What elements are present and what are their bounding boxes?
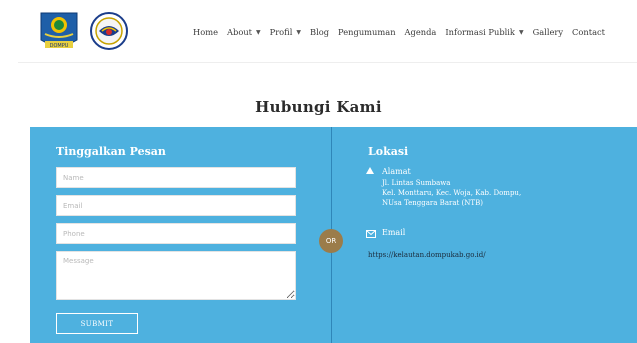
nav-label: Contact	[572, 27, 605, 37]
nav-contact[interactable]: Contact	[572, 27, 605, 37]
site-header: DOMPU Home About ▼ Profil ▼ Blog Pengumuma…	[0, 0, 637, 62]
logo-text: DOMPU	[50, 43, 69, 49]
header-divider	[18, 62, 637, 63]
nav-informasi-publik[interactable]: Informasi Publik ▼	[445, 27, 523, 37]
ministry-emblem-icon[interactable]	[88, 11, 130, 51]
nav-agenda[interactable]: Agenda	[405, 27, 437, 37]
nav-label: Profil	[269, 27, 293, 37]
nav-label: Blog	[309, 27, 330, 37]
nav-label: Informasi Publik	[445, 27, 515, 37]
dompu-regency-crest-icon[interactable]: DOMPU	[37, 10, 81, 52]
nav-profil[interactable]: Profil ▼	[270, 27, 301, 37]
nav-label: About	[227, 27, 252, 37]
page-title: Hubungi Kami	[255, 98, 382, 116]
nav-home[interactable]: Home	[193, 27, 218, 37]
address-line: Kel. Monttaru, Kec. Woja, Kab. Dompu,	[382, 189, 522, 197]
address-line: Jl. Lintas Sumbawa	[382, 179, 451, 187]
form-title: Tinggalkan Pesan	[56, 145, 166, 158]
address-line: NUsa Tenggara Barat (NTB)	[382, 199, 483, 207]
location-title: Lokasi	[368, 145, 409, 158]
phone-input[interactable]	[56, 223, 296, 244]
chevron-down-icon: ▼	[296, 28, 301, 36]
or-badge: OR	[319, 229, 343, 253]
nav-gallery[interactable]: Gallery	[533, 27, 563, 37]
nav-about[interactable]: About ▼	[227, 27, 261, 37]
nav-pengumuman[interactable]: Pengumuman	[338, 27, 396, 37]
chevron-down-icon: ▼	[256, 28, 261, 36]
nav-label: Agenda	[404, 27, 437, 37]
contact-panel: Tinggalkan Pesan SUBMIT OR Lokasi Alamat…	[30, 127, 637, 343]
message-textarea[interactable]	[56, 251, 296, 300]
website-link[interactable]: https://kelautan.dompukab.go.id/	[368, 251, 486, 259]
name-input[interactable]	[56, 167, 296, 188]
location-pin-icon	[366, 167, 374, 174]
email-label: Email	[382, 228, 406, 237]
nav-label: Home	[193, 27, 219, 37]
main-nav: Home About ▼ Profil ▼ Blog Pengumuman Agen…	[193, 27, 605, 37]
nav-blog[interactable]: Blog	[310, 27, 329, 37]
address-label: Alamat	[382, 167, 411, 176]
nav-label: Gallery	[532, 27, 564, 37]
submit-button[interactable]: SUBMIT	[56, 313, 138, 334]
email-icon	[366, 230, 376, 238]
chevron-down-icon: ▼	[518, 28, 524, 36]
email-input[interactable]	[56, 195, 296, 216]
nav-label: Pengumuman	[338, 27, 396, 37]
